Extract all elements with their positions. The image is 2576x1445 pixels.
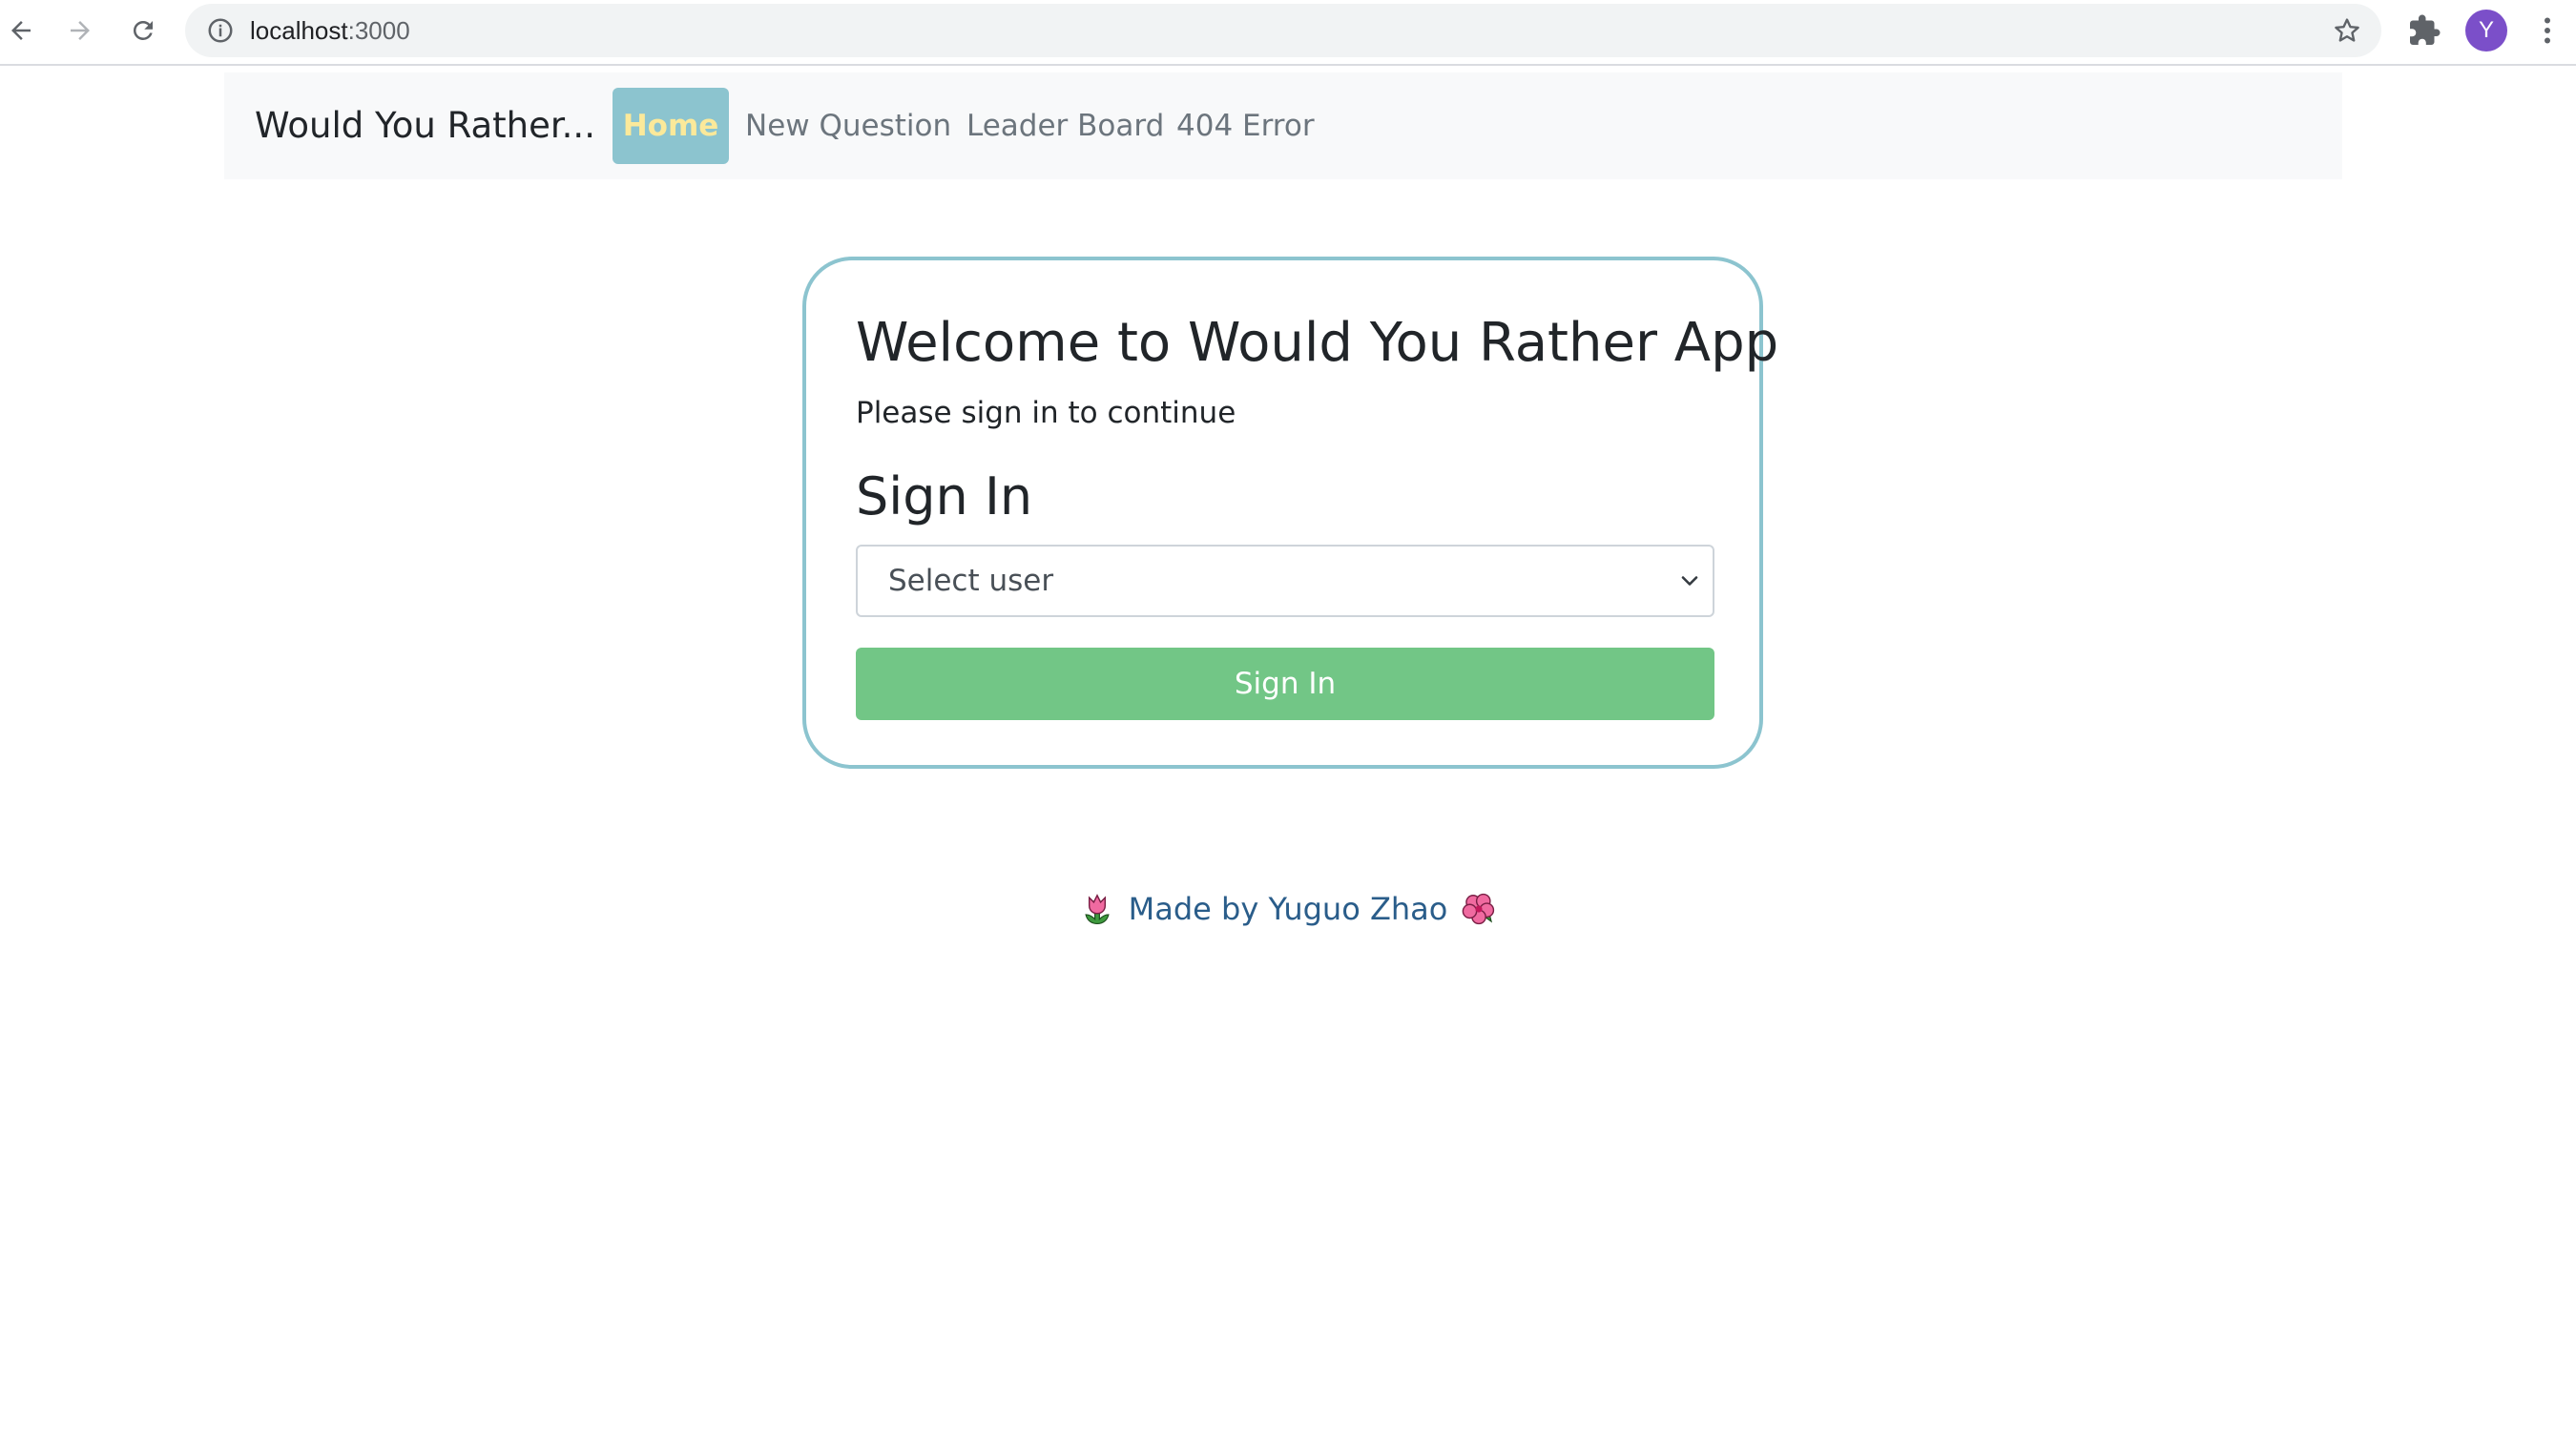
url-host: localhost: [250, 16, 348, 45]
info-icon[interactable]: [206, 16, 235, 45]
browser-toolbar: localhost:3000 Y: [0, 0, 2576, 66]
address-bar[interactable]: localhost:3000: [185, 4, 2381, 57]
navbar: Would You Rather... Home New Question Le…: [224, 72, 2342, 179]
tulip-icon: [1085, 894, 1110, 925]
signin-card: Welcome to Would You Rather App Please s…: [802, 257, 1778, 769]
footer-credit[interactable]: Made by Yuguo Zhao: [1129, 891, 1448, 927]
navbar-brand[interactable]: Would You Rather...: [255, 72, 595, 179]
nav-link-404-error[interactable]: 404 Error: [1176, 88, 1315, 164]
nav-link-leader-board[interactable]: Leader Board: [966, 88, 1164, 164]
back-arrow-icon[interactable]: [2, 11, 40, 50]
card-subtitle: Please sign in to continue: [856, 396, 1236, 430]
hibiscus-icon: [1463, 893, 1495, 925]
nav-link-home[interactable]: Home: [613, 88, 729, 164]
kebab-menu-icon[interactable]: [2530, 13, 2565, 48]
page-title: Welcome to Would You Rather App: [856, 312, 1779, 374]
reload-icon[interactable]: [124, 11, 162, 50]
url-text: localhost:3000: [250, 4, 410, 57]
forward-arrow-icon[interactable]: [61, 11, 99, 50]
user-select-value: Select user: [888, 564, 1054, 598]
puzzle-icon[interactable]: [2407, 13, 2441, 48]
url-port: :3000: [347, 16, 410, 45]
nav-link-new-question[interactable]: New Question: [745, 88, 951, 164]
chevron-down-icon: [1681, 576, 1698, 586]
user-select[interactable]: Select user: [856, 545, 1714, 617]
avatar[interactable]: Y: [2465, 10, 2507, 52]
footer: Made by Yuguo Zhao: [0, 882, 2576, 936]
signin-button[interactable]: Sign In: [856, 648, 1714, 720]
signin-heading: Sign In: [856, 466, 1033, 526]
star-icon[interactable]: [2332, 15, 2362, 46]
